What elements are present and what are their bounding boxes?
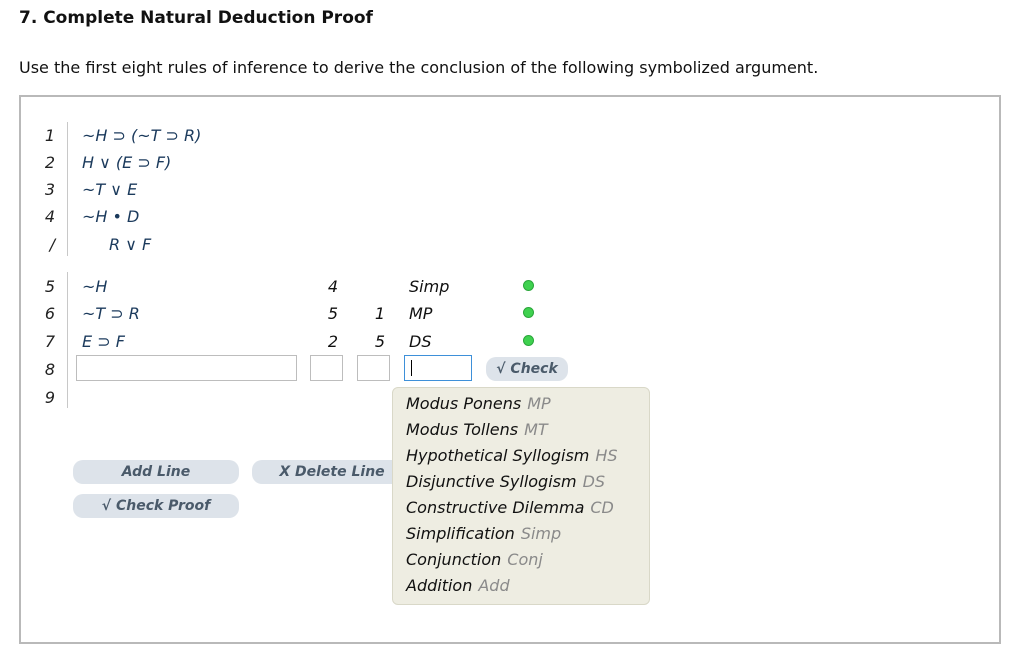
line-number: 4 [44, 207, 55, 226]
rule-name: Addition [406, 576, 473, 595]
menu-item-conjunction[interactable]: Conjunction Conj [406, 550, 543, 569]
valid-status-icon [523, 307, 534, 318]
menu-item-constructive-dilemma[interactable]: Constructive Dilemma CD [406, 498, 614, 517]
step-formula: ~T ⊃ R [82, 304, 140, 323]
conclusion-marker: / [49, 235, 55, 254]
citation-2: 1 [374, 304, 385, 323]
check-proof-button[interactable]: √ Check Proof [73, 494, 239, 518]
instructions: Use the first eight rules of inference t… [19, 58, 819, 77]
page-title: 7. Complete Natural Deduction Proof [19, 8, 373, 28]
text-caret [411, 360, 412, 376]
line-number: 9 [44, 388, 55, 407]
citation-1: 5 [327, 304, 338, 323]
premise-formula: H ∨ (E ⊃ F) [82, 153, 172, 172]
rule-abbr: Conj [507, 550, 543, 569]
line-number: 7 [44, 332, 55, 351]
citation-2-input[interactable] [357, 355, 390, 381]
menu-item-addition[interactable]: Addition Add [406, 576, 510, 595]
line-number: 3 [44, 180, 55, 199]
delete-line-button[interactable]: X Delete Line [252, 460, 412, 484]
valid-status-icon [523, 335, 534, 346]
line-number: 2 [44, 153, 55, 172]
menu-item-hypothetical-syllogism[interactable]: Hypothetical Syllogism HS [406, 446, 618, 465]
citation-2: 5 [374, 332, 385, 351]
premise-formula: ~H • D [82, 207, 140, 226]
citation-1: 4 [327, 277, 338, 296]
premise-formula: ~H ⊃ (~T ⊃ R) [82, 126, 202, 145]
citation-1-input[interactable] [310, 355, 343, 381]
rule-name: Hypothetical Syllogism [406, 446, 590, 465]
add-line-button[interactable]: Add Line [73, 460, 239, 484]
formula-input[interactable] [76, 355, 297, 381]
premise-formula: ~T ∨ E [82, 180, 138, 199]
rule-abbr: MT [524, 420, 548, 439]
rule-name: Constructive Dilemma [406, 498, 585, 517]
step-formula: ~H [82, 277, 108, 296]
rule-name: Modus Tollens [406, 420, 519, 439]
rule-name: Conjunction [406, 550, 502, 569]
rule-abbr: MP [527, 394, 551, 413]
step-formula: E ⊃ F [82, 332, 125, 351]
menu-item-disjunctive-syllogism[interactable]: Disjunctive Syllogism DS [406, 472, 605, 491]
menu-item-simplification[interactable]: Simplification Simp [406, 524, 561, 543]
rules-dropdown: Modus Ponens MP Modus Tollens MT Hypotheti… [392, 387, 650, 605]
check-line-button[interactable]: √ Check [486, 357, 568, 381]
step-rule: DS [409, 332, 432, 351]
rule-abbr: CD [590, 498, 614, 517]
line-number: 5 [44, 277, 55, 296]
valid-status-icon [523, 280, 534, 291]
citation-1: 2 [327, 332, 338, 351]
rule-name: Modus Ponens [406, 394, 522, 413]
rule-abbr: DS [582, 472, 606, 491]
conclusion-formula: R ∨ F [109, 235, 152, 254]
menu-item-modus-tollens[interactable]: Modus Tollens MT [406, 420, 548, 439]
step-rule: MP [409, 304, 433, 323]
premise-bar [67, 122, 68, 256]
line-number: 1 [44, 126, 55, 145]
rule-abbr: Add [478, 576, 510, 595]
rule-abbr: Simp [520, 524, 562, 543]
rule-name: Simplification [406, 524, 515, 543]
line-number: 6 [44, 304, 55, 323]
rule-input[interactable] [404, 355, 472, 381]
menu-item-modus-ponens[interactable]: Modus Ponens MP [406, 394, 551, 413]
rule-abbr: HS [595, 446, 618, 465]
steps-bar [67, 272, 68, 408]
rule-name: Disjunctive Syllogism [406, 472, 577, 491]
step-rule: Simp [409, 277, 450, 296]
line-number: 8 [44, 360, 55, 379]
